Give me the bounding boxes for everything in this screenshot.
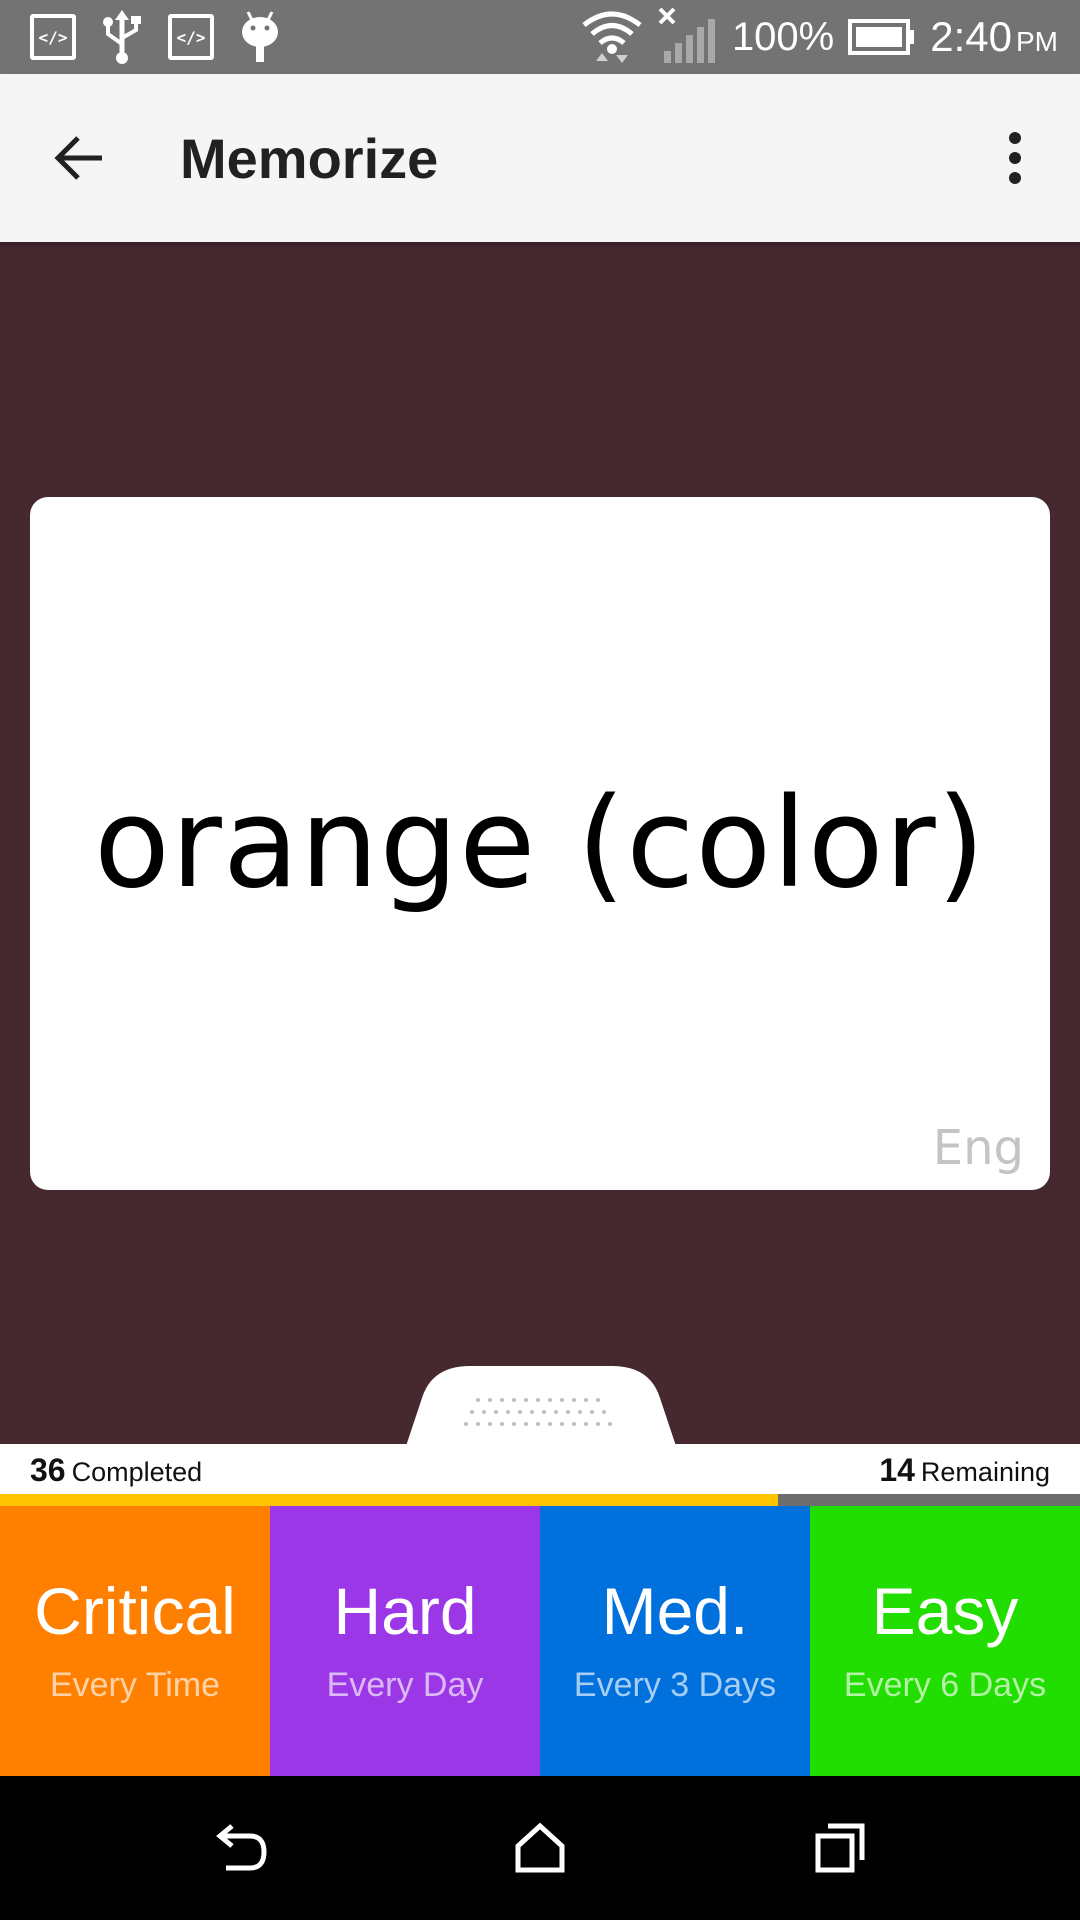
drag-handle[interactable]	[406, 1364, 676, 1446]
notification-icons: </> </>	[30, 10, 282, 64]
rate-interval: Every 6 Days	[843, 1665, 1047, 1704]
nav-back-button[interactable]	[200, 1808, 280, 1888]
usb-icon	[103, 10, 141, 64]
progress-bar-fill	[0, 1494, 778, 1506]
android-icon	[242, 11, 278, 62]
completed-label: Completed	[71, 1457, 203, 1487]
clock-ampm: PM	[1016, 26, 1058, 57]
flashcard-word: orange (color)	[94, 771, 986, 916]
completed-count: 36	[30, 1452, 66, 1488]
overflow-menu-button[interactable]	[980, 118, 1050, 198]
back-button[interactable]	[40, 118, 120, 198]
rate-medium-button[interactable]: Med. Every 3 Days	[540, 1506, 810, 1776]
arrow-back-icon	[54, 136, 102, 180]
system-nav-bar	[0, 1776, 1080, 1920]
rate-label: Easy	[871, 1573, 1019, 1648]
page-title: Memorize	[180, 127, 439, 190]
remaining-label: Remaining	[920, 1457, 1050, 1487]
rate-label: Critical	[34, 1573, 236, 1648]
remaining-count: 14	[879, 1452, 915, 1488]
code-icon: </>	[30, 14, 76, 60]
cell-signal-icon	[658, 7, 715, 63]
rate-label: Hard	[333, 1573, 477, 1648]
rate-interval: Every 3 Days	[573, 1665, 777, 1704]
nav-recents-button[interactable]	[800, 1808, 880, 1888]
wifi-icon	[582, 11, 642, 63]
home-icon	[515, 1822, 565, 1873]
memorize-screen: </> </> 100% 2:40 PM Memorize orange (co…	[0, 0, 1080, 1920]
flashcard-language: Eng	[932, 1120, 1024, 1176]
app-bar: Memorize	[0, 74, 1080, 242]
rate-hard-button[interactable]: Hard Every Day	[270, 1506, 540, 1776]
rate-interval: Every Day	[326, 1665, 484, 1704]
progress-summary: 36 Completed 14 Remaining	[0, 1444, 1080, 1494]
clock: 2:40 PM	[930, 13, 1058, 61]
clock-time: 2:40	[930, 13, 1012, 60]
battery-icon	[848, 19, 915, 55]
rating-buttons: Critical Every Time Hard Every Day Med. …	[0, 1506, 1080, 1776]
system-status: 100% 2:40 PM	[580, 0, 1058, 74]
flashcard[interactable]: orange (color) Eng	[30, 497, 1050, 1190]
remaining-summary: 14 Remaining	[879, 1452, 1050, 1489]
completed-summary: 36 Completed	[30, 1452, 202, 1489]
nav-home-button[interactable]	[500, 1808, 580, 1888]
status-bar: </> </> 100% 2:40 PM	[0, 0, 1080, 74]
back-icon	[216, 1824, 267, 1871]
progress-bar	[0, 1494, 1080, 1506]
battery-percent: 100%	[731, 14, 835, 59]
rate-easy-button[interactable]: Easy Every 6 Days	[810, 1506, 1080, 1776]
more-vert-icon	[1009, 132, 1021, 184]
code-icon: </>	[168, 14, 214, 60]
rate-interval: Every Time	[49, 1665, 221, 1704]
rate-label: Med.	[601, 1573, 749, 1648]
recents-icon	[815, 1823, 865, 1873]
rate-critical-button[interactable]: Critical Every Time	[0, 1506, 270, 1776]
